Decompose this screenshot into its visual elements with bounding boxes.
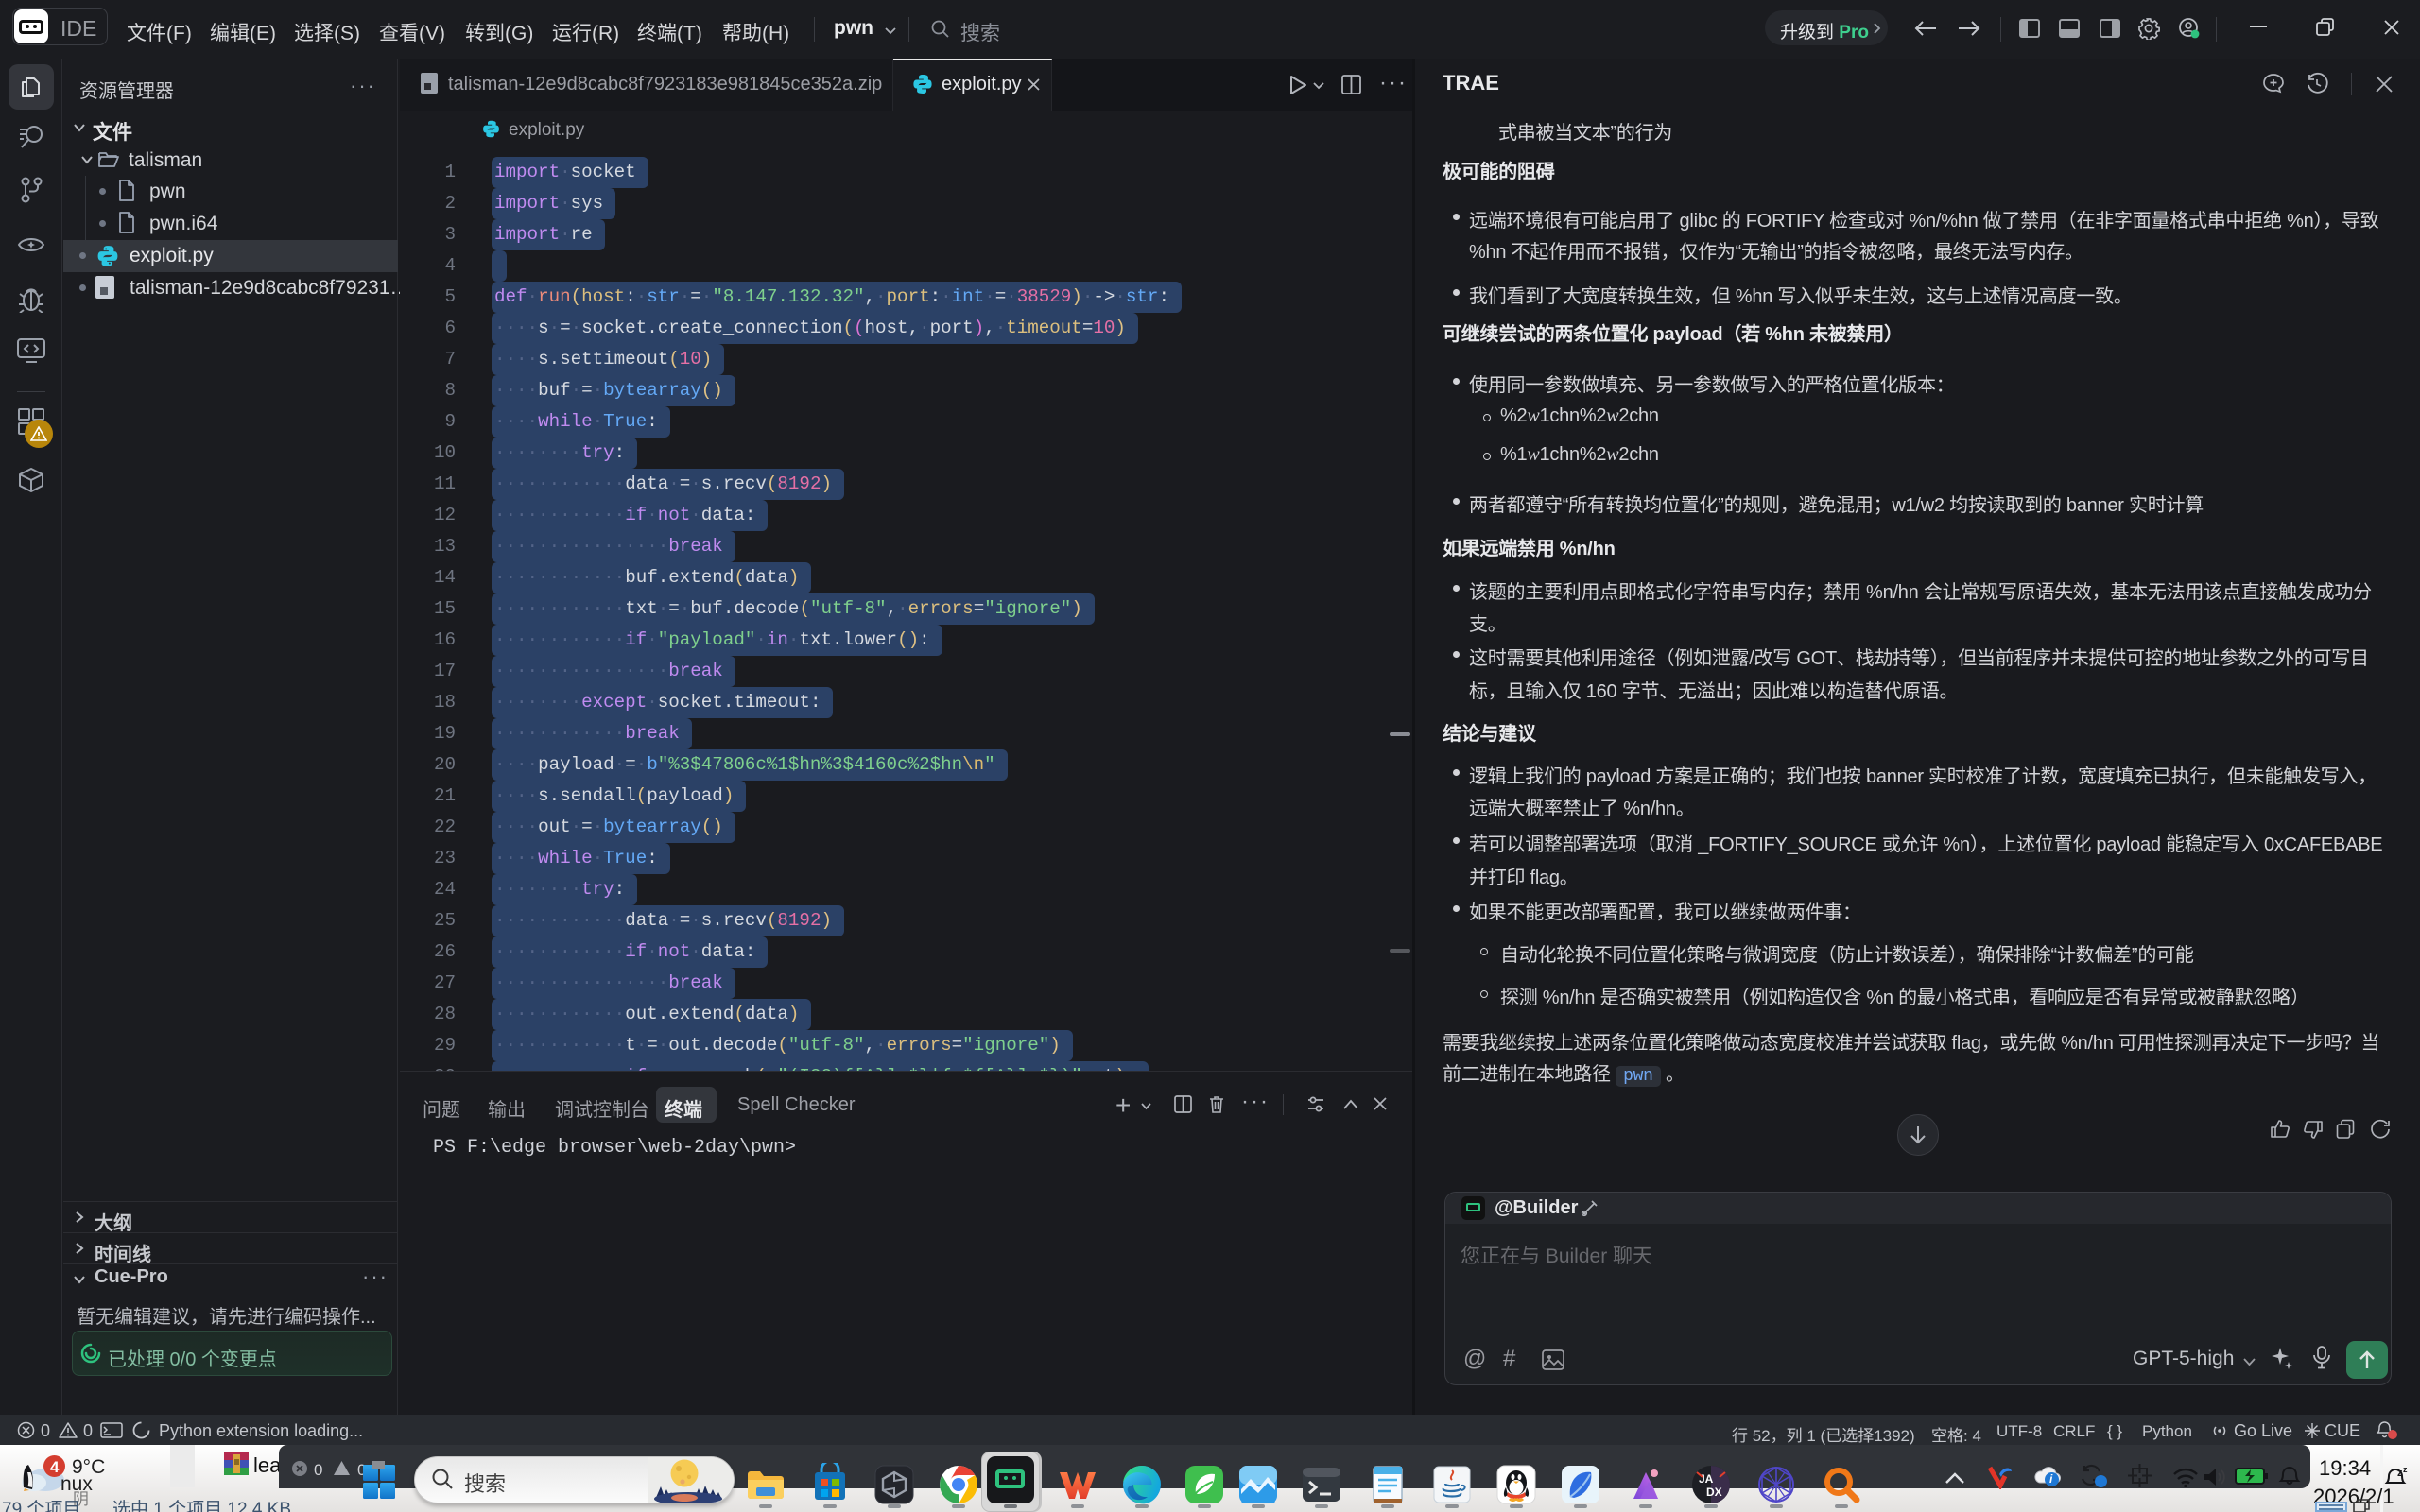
svg-text:JA: JA bbox=[1699, 1472, 1714, 1486]
svg-text:z: z bbox=[2403, 1465, 2408, 1474]
svg-text:DX: DX bbox=[1706, 1486, 1722, 1499]
